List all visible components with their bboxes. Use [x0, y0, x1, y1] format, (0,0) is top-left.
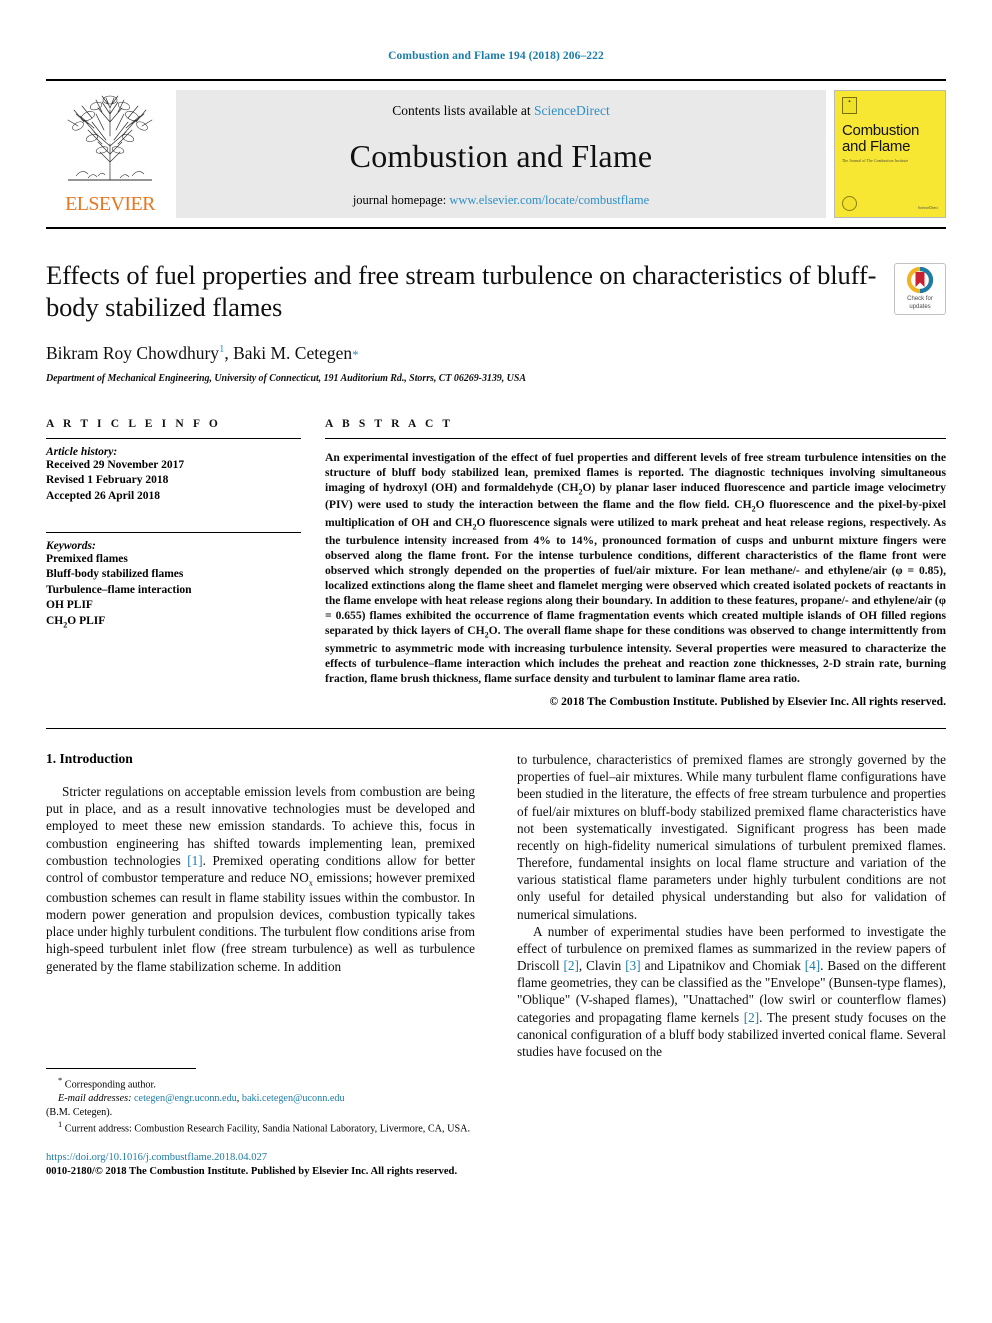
- article-info-column: A R T I C L E I N F O Article history: R…: [46, 418, 301, 709]
- email-link-1[interactable]: cetegen@engr.uconn.edu: [134, 1093, 237, 1104]
- left-column: 1. Introduction Stricter regulations on …: [46, 751, 475, 1180]
- email-owner: (B.M. Cetegen).: [46, 1106, 113, 1118]
- cover-footer: ScienceDirect: [842, 196, 938, 211]
- page-title: Effects of fuel properties and free stre…: [46, 260, 877, 323]
- journal-cover-thumbnail: ▲ Combustion and Flame The Journal of Th…: [834, 90, 946, 218]
- current-address-footnote: 1 Current address: Combustion Research F…: [46, 1119, 475, 1136]
- abstract-text: An experimental investigation of the eff…: [325, 450, 947, 686]
- keywords-label: Keywords:: [46, 539, 96, 552]
- issn-copyright-line: 0010-2180/© 2018 The Combustion Institut…: [46, 1166, 458, 1178]
- email-link-2[interactable]: baki.cetegen@uconn.edu: [242, 1093, 345, 1104]
- cover-title-line1: Combustion: [842, 122, 920, 139]
- crossmark-icon: [906, 267, 934, 294]
- article-page: Combustion and Flame 194 (2018) 206–222: [0, 0, 992, 1323]
- abstract-column: A B S T R A C T An experimental investig…: [325, 417, 947, 709]
- author-list: Bikram Roy Chowdhury1, Baki M. Cetegen*: [46, 343, 878, 364]
- keyword-item: Premixed flames: [46, 552, 128, 565]
- corresponding-author-text: Corresponding author.: [64, 1079, 156, 1091]
- keyword-item: OH PLIF: [46, 599, 93, 612]
- intro-paragraph-right-1: to turbulence, characteristics of premix…: [517, 752, 946, 922]
- footnote-area: * Corresponding author. E-mail addresses…: [46, 1068, 475, 1180]
- running-head: Combustion and Flame 194 (2018) 206–222: [388, 50, 604, 62]
- article-info-rule: [46, 437, 301, 439]
- cover-brand: ScienceDirect: [917, 205, 938, 210]
- keyword-item: Bluff-body stabilized flames: [46, 568, 184, 581]
- author-1: Bikram Roy Chowdhury: [46, 342, 220, 363]
- contents-prefix: Contents lists available at: [392, 103, 531, 118]
- corresponding-author-marker[interactable]: *: [352, 347, 359, 362]
- keywords-rule: [46, 531, 301, 533]
- journal-homepage-line: journal homepage: www.elsevier.com/locat…: [353, 193, 649, 208]
- email-separator: ,: [236, 1093, 240, 1105]
- title-block: Effects of fuel properties and free stre…: [46, 259, 946, 384]
- intro-paragraph-right-2: A number of experimental studies have be…: [517, 923, 946, 1059]
- abstract-copyright: © 2018 The Combustion Institute. Publish…: [549, 695, 946, 709]
- section-heading-introduction: 1. Introduction: [46, 751, 133, 767]
- author-affiliation: Department of Mechanical Engineering, Un…: [46, 372, 526, 384]
- corresponding-author-footnote: * Corresponding author.: [46, 1075, 475, 1092]
- keyword-item: Turbulence–flame interaction: [46, 583, 192, 596]
- intro-paragraph-left: Stricter regulations on acceptable emiss…: [46, 784, 475, 974]
- current-address-text: Current address: Combustion Research Fac…: [64, 1123, 471, 1135]
- cover-title-line2: and Flame: [842, 137, 911, 155]
- cover-seal-icon: [842, 196, 857, 211]
- crossmark-badge[interactable]: Check for updates: [894, 263, 946, 315]
- elsevier-logo: ELSEVIER: [46, 90, 174, 218]
- crossmark-label: Check for updates: [907, 296, 933, 311]
- masthead-bottom-rule: [46, 227, 946, 229]
- abstract-heading: A B S T R A C T: [325, 417, 454, 430]
- cover-subtitle: The Journal of The Combustion Institute: [842, 158, 909, 163]
- body-columns: 1. Introduction Stricter regulations on …: [46, 751, 946, 1180]
- crossmark-line-1: Check for: [907, 296, 933, 302]
- right-column: to turbulence, characteristics of premix…: [517, 751, 946, 1180]
- footnote-marker-1: 1: [58, 1119, 63, 1130]
- sciencedirect-link[interactable]: ScienceDirect: [534, 103, 610, 118]
- article-history-label: Article history:: [46, 445, 118, 458]
- footnote-rule: [46, 1068, 196, 1070]
- journal-title: Combustion and Flame: [349, 138, 653, 174]
- corresponding-marker: *: [58, 1075, 63, 1086]
- abstract-bottom-rule: [46, 728, 946, 730]
- author-2: , Baki M. Cetegen: [224, 342, 353, 363]
- abstract-rule: [325, 437, 946, 439]
- keyword-item: CH2O PLIF: [46, 615, 106, 630]
- cover-elsevier-mark-icon: ▲: [842, 97, 857, 114]
- cover-title: Combustion and Flame: [842, 123, 938, 155]
- contents-available-line: Contents lists available at ScienceDirec…: [392, 103, 609, 119]
- homepage-prefix: journal homepage:: [352, 193, 447, 207]
- journal-masthead: ELSEVIER Contents lists available at Sci…: [46, 79, 946, 218]
- crossmark-line-2: updates: [909, 303, 931, 310]
- email-footnote: E-mail addresses: cetegen@engr.uconn.edu…: [46, 1092, 475, 1106]
- elsevier-tree-icon: [67, 95, 153, 181]
- journal-homepage-link[interactable]: www.elsevier.com/locate/combustflame: [449, 193, 649, 207]
- elsevier-wordmark: ELSEVIER: [65, 193, 155, 215]
- doi-block: https://doi.org/10.1016/j.combustflame.2…: [46, 1151, 475, 1180]
- masthead-center: Contents lists available at ScienceDirec…: [176, 90, 826, 218]
- email-label: E-mail addresses:: [58, 1093, 132, 1105]
- history-revised: Revised 1 February 2018: [46, 474, 169, 487]
- keywords-block: Keywords: Premixed flames Bluff-body sta…: [46, 531, 301, 632]
- doi-link[interactable]: https://doi.org/10.1016/j.combustflame.2…: [46, 1151, 475, 1166]
- history-received: Received 29 November 2017: [46, 458, 185, 471]
- history-accepted: Accepted 26 April 2018: [46, 489, 161, 502]
- article-info-heading: A R T I C L E I N F O: [46, 417, 221, 430]
- info-abstract-region: A R T I C L E I N F O Article history: R…: [46, 417, 947, 709]
